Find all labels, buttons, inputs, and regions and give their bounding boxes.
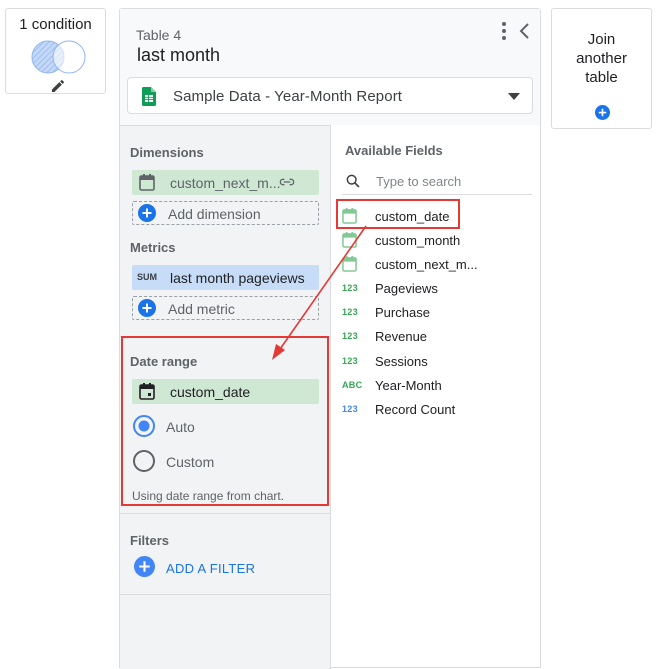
condition-card[interactable]: 1 condition <box>5 8 106 94</box>
data-source-label: Sample Data - Year-Month Report <box>173 88 403 105</box>
field-search[interactable]: Type to search <box>342 169 532 195</box>
field-item[interactable]: 123 Pageviews <box>342 278 522 300</box>
number-type-icon: 123 <box>342 283 358 293</box>
field-label: Revenue <box>375 329 428 344</box>
add-dimension-button[interactable]: Add dimension <box>132 201 319 225</box>
radio-auto[interactable] <box>132 414 156 438</box>
date-range-field-chip[interactable]: custom_date <box>132 379 319 404</box>
condition-count-label: 1 condition <box>19 16 92 33</box>
radio-auto-label: Auto <box>166 419 195 435</box>
config-column: Dimensions custom_next_m... Add dimensio… <box>120 125 331 669</box>
text-type-icon: ABC <box>342 380 363 390</box>
join-table-label: Join another table <box>576 31 627 86</box>
field-item[interactable]: 123 Sessions <box>342 351 522 373</box>
venn-diagram-icon <box>31 40 86 74</box>
date-range-hint: Using date range from chart. <box>132 489 285 503</box>
number-type-icon: 123 <box>342 307 358 317</box>
field-item[interactable]: custom_next_m... <box>342 254 522 276</box>
search-icon <box>346 174 360 188</box>
sheets-icon <box>142 87 156 106</box>
table-name: Table 4 <box>136 27 182 43</box>
field-item[interactable]: 123 Record Count <box>342 399 522 421</box>
add-metric-button[interactable]: Add metric <box>132 296 319 320</box>
table-title[interactable]: last month <box>137 45 220 66</box>
date-range-heading: Date range <box>130 354 198 369</box>
field-label: Purchase <box>375 305 430 320</box>
dimension-chip[interactable]: custom_next_m... <box>132 170 319 195</box>
radio-custom-label: Custom <box>166 454 215 470</box>
filters-heading: Filters <box>130 533 170 548</box>
calendar-icon <box>342 208 357 224</box>
field-label: Record Count <box>375 402 456 417</box>
metric-label: last month pageviews <box>170 270 305 286</box>
plus-circle-icon <box>138 299 156 317</box>
plus-circle-icon <box>138 204 156 222</box>
field-label: Pageviews <box>375 281 438 296</box>
section-divider <box>120 513 330 514</box>
dimensions-heading: Dimensions <box>130 145 204 160</box>
table-config-panel: Table 4 last month Sample Data - Year-Mo… <box>119 8 541 669</box>
link-icon <box>279 178 295 186</box>
section-divider <box>120 336 330 337</box>
field-item[interactable]: 123 Purchase <box>342 302 522 324</box>
search-input[interactable]: Type to search <box>376 174 461 189</box>
data-source-select[interactable]: Sample Data - Year-Month Report <box>127 77 533 114</box>
radio-custom[interactable] <box>132 449 156 473</box>
number-type-icon: 123 <box>342 331 358 341</box>
field-item[interactable]: custom_date <box>342 206 522 228</box>
field-label: custom_next_m... <box>375 257 478 272</box>
metric-chip[interactable]: SUM last month pageviews <box>132 265 319 290</box>
calendar-icon <box>139 383 155 400</box>
plus-circle-icon[interactable] <box>595 105 610 120</box>
metrics-heading: Metrics <box>130 240 176 255</box>
field-item[interactable]: ABC Year-Month <box>342 375 522 397</box>
caret-down-icon <box>508 93 520 100</box>
panel-header: Table 4 last month Sample Data - Year-Mo… <box>120 9 540 125</box>
join-table-card[interactable]: Join another table <box>551 8 652 129</box>
field-item[interactable]: 123 Revenue <box>342 326 522 348</box>
field-label: custom_month <box>375 233 461 248</box>
field-label: custom_date <box>375 209 450 224</box>
metric-aggregation[interactable]: SUM <box>137 272 157 282</box>
add-filter-button[interactable]: ADD A FILTER <box>166 561 255 576</box>
number-type-icon: 123 <box>342 356 358 366</box>
more-vert-icon[interactable] <box>498 21 510 41</box>
calendar-icon <box>342 232 357 248</box>
add-filter-icon[interactable] <box>134 556 155 577</box>
field-item[interactable]: custom_month <box>342 230 522 252</box>
calendar-icon <box>139 174 155 191</box>
field-label: Year-Month <box>375 378 442 393</box>
section-divider <box>120 594 330 595</box>
dimension-label: custom_next_m... <box>170 175 281 191</box>
calendar-icon <box>342 256 357 272</box>
add-metric-label: Add metric <box>168 301 235 317</box>
available-fields-heading: Available Fields <box>345 143 443 158</box>
field-label: Sessions <box>375 354 428 369</box>
add-dimension-label: Add dimension <box>168 206 261 222</box>
number-type-icon: 123 <box>342 404 358 414</box>
date-range-field-label: custom_date <box>170 384 251 400</box>
pencil-icon[interactable] <box>50 78 66 94</box>
chevron-left-icon[interactable] <box>518 21 532 41</box>
